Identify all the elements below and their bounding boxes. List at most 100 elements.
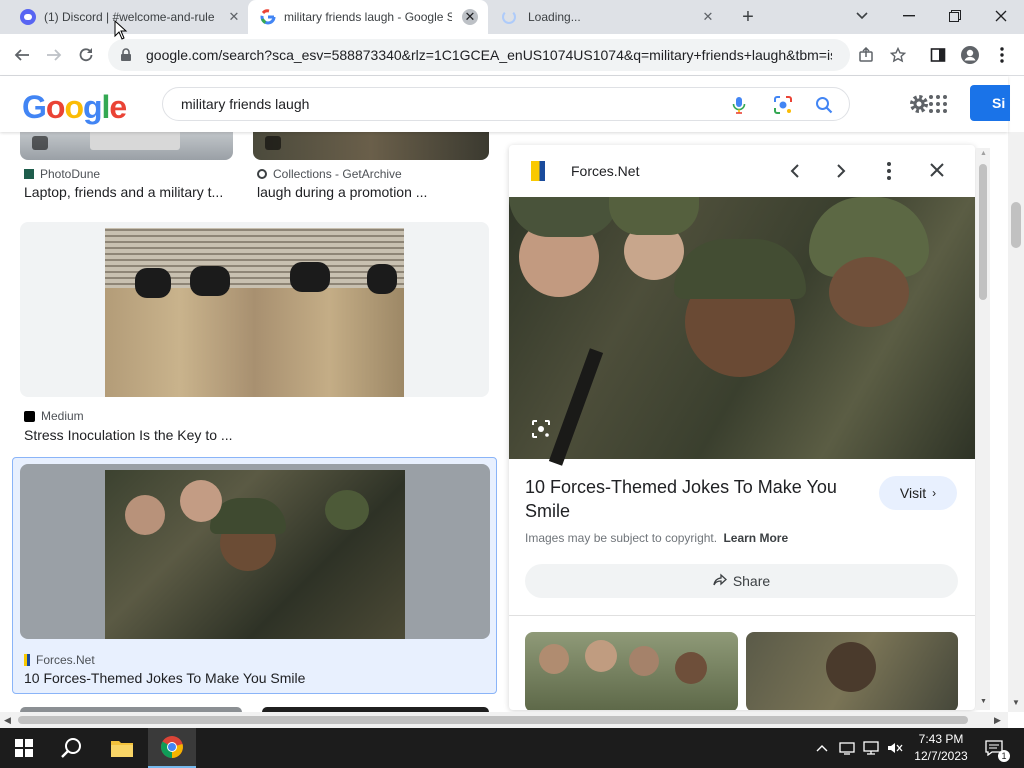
result-source[interactable]: PhotoDune xyxy=(24,167,100,181)
windows-start-icon[interactable] xyxy=(0,728,48,768)
panel-scrollbar-thumb[interactable] xyxy=(979,164,987,300)
tab-title: (1) Discord | #welcome-and-rules xyxy=(44,10,214,24)
chevron-up-icon[interactable] xyxy=(812,728,832,768)
copyright-notice: Images may be subject to copyright. Lear… xyxy=(525,531,789,545)
result-image-promotion[interactable] xyxy=(253,132,489,160)
result-caption[interactable]: laugh during a promotion ... xyxy=(257,184,427,200)
tab-discord[interactable]: (1) Discord | #welcome-and-rules ✕ xyxy=(8,0,248,34)
horizontal-scrollbar-thumb[interactable] xyxy=(18,716,968,724)
search-box[interactable]: military friends laugh xyxy=(162,87,850,121)
minimize-button[interactable] xyxy=(886,0,932,32)
tab-loading[interactable]: Loading... ✕ xyxy=(492,0,724,34)
address-bar[interactable]: google.com/search?sca_esv=588873340&rlz=… xyxy=(108,39,850,71)
loading-icon xyxy=(502,10,516,24)
search-input[interactable]: military friends laugh xyxy=(181,96,721,112)
image-badge-icon xyxy=(32,136,48,150)
close-window-button[interactable] xyxy=(978,0,1024,32)
tab-title: military friends laugh - Google Search xyxy=(284,10,452,24)
close-icon[interactable]: ✕ xyxy=(462,9,478,25)
google-logo[interactable]: Google xyxy=(22,90,127,124)
clock-date: 12/7/2023 xyxy=(914,749,968,763)
tab-title: Loading... xyxy=(528,10,581,24)
tab-google-search[interactable]: military friends laugh - Google Search ✕ xyxy=(248,0,488,34)
result-source[interactable]: Medium xyxy=(24,409,84,423)
search-icon[interactable] xyxy=(48,728,96,768)
result-image-medium[interactable] xyxy=(20,222,489,397)
result-source[interactable]: Forces.Net xyxy=(24,653,95,667)
related-image-1[interactable] xyxy=(525,632,738,710)
gear-icon[interactable] xyxy=(908,93,930,115)
visit-button[interactable]: Visit › xyxy=(879,476,957,510)
panel-title[interactable]: 10 Forces-Themed Jokes To Make You Smile xyxy=(525,475,855,523)
side-panel-icon[interactable] xyxy=(924,41,952,69)
results-grid: PhotoDune Laptop, friends and a military… xyxy=(0,132,500,712)
page-scrollbar[interactable]: ▼ xyxy=(1008,132,1024,712)
close-icon[interactable]: ✕ xyxy=(226,9,242,25)
page-scrollbar-thumb[interactable] xyxy=(1011,202,1021,248)
close-panel-icon[interactable] xyxy=(929,162,945,178)
next-arrow-icon[interactable] xyxy=(831,161,851,181)
chrome-taskbar-icon[interactable] xyxy=(148,728,196,768)
file-explorer-icon[interactable] xyxy=(98,728,146,768)
panel-scrollbar[interactable]: ▲ ▼ xyxy=(976,148,990,710)
forward-button[interactable] xyxy=(40,41,68,69)
result-caption[interactable]: Stress Inoculation Is the Key to ... xyxy=(24,427,233,443)
more-options-icon[interactable] xyxy=(886,161,892,181)
lens-camera-icon[interactable] xyxy=(773,95,793,115)
display-icon[interactable] xyxy=(860,728,882,768)
windows-taskbar: 7:43 PM 12/7/2023 1 xyxy=(0,728,1024,768)
lock-icon xyxy=(120,48,134,62)
share-page-icon[interactable] xyxy=(852,41,880,69)
reload-button[interactable] xyxy=(72,41,100,69)
result-caption[interactable]: 10 Forces-Themed Jokes To Make You Smile xyxy=(24,670,305,686)
sign-in-label: Si xyxy=(992,95,1006,111)
apps-grid-icon[interactable] xyxy=(928,94,948,114)
chevron-right-icon: › xyxy=(932,486,937,500)
panel-site-name[interactable]: Forces.Net xyxy=(571,163,639,179)
getarchive-icon xyxy=(257,169,267,179)
lens-search-icon[interactable] xyxy=(531,419,551,439)
close-icon[interactable]: ✕ xyxy=(700,9,716,25)
share-icon xyxy=(713,573,727,590)
restore-button[interactable] xyxy=(932,0,978,32)
back-button[interactable] xyxy=(8,41,36,69)
learn-more-link[interactable]: Learn More xyxy=(723,531,788,545)
profile-avatar[interactable] xyxy=(956,41,984,69)
divider xyxy=(509,615,975,616)
notification-badge: 1 xyxy=(998,750,1010,762)
medium-icon xyxy=(24,410,35,422)
image-badge-icon xyxy=(265,136,281,150)
share-button[interactable]: Share xyxy=(525,564,958,598)
forces-net-icon xyxy=(24,654,30,666)
panel-header: Forces.Net xyxy=(509,145,975,197)
result-image-laptop[interactable] xyxy=(20,132,233,160)
browser-toolbar: google.com/search?sca_esv=588873340&rlz=… xyxy=(0,34,1024,76)
result-caption[interactable]: Laptop, friends and a military t... xyxy=(24,184,223,200)
soldiers-goggles-photo xyxy=(105,228,404,397)
clock[interactable]: 7:43 PM 12/7/2023 xyxy=(910,731,972,765)
search-icon[interactable] xyxy=(815,96,833,114)
result-image-forces[interactable] xyxy=(20,464,490,639)
preview-image[interactable] xyxy=(509,197,975,466)
volume-muted-icon[interactable] xyxy=(884,728,906,768)
clock-time: 7:43 PM xyxy=(918,732,964,746)
url-text: google.com/search?sca_esv=588873340&rlz=… xyxy=(146,47,832,63)
tab-search-chevron-icon[interactable] xyxy=(840,0,884,32)
mouse-cursor xyxy=(114,19,128,40)
previous-arrow-icon[interactable] xyxy=(785,161,805,181)
microphone-icon[interactable] xyxy=(729,95,749,115)
result-source[interactable]: Collections - GetArchive xyxy=(257,167,402,181)
laughing-soldiers-photo xyxy=(105,470,405,639)
network-status-icon[interactable] xyxy=(836,728,858,768)
forces-net-logo xyxy=(531,161,545,181)
sign-in-button[interactable]: Si xyxy=(970,85,1010,121)
photodune-icon xyxy=(24,169,34,179)
google-header: Google military friends laugh Si xyxy=(0,76,1010,132)
more-menu-icon[interactable] xyxy=(988,41,1016,69)
bookmark-star-icon[interactable] xyxy=(884,41,912,69)
horizontal-scrollbar[interactable]: ◀ ▶ xyxy=(0,712,1008,728)
selected-result-card[interactable]: Forces.Net 10 Forces-Themed Jokes To Mak… xyxy=(12,457,497,694)
notification-icon[interactable]: 1 xyxy=(980,728,1010,768)
related-image-2[interactable] xyxy=(746,632,958,710)
new-tab-button[interactable]: + xyxy=(736,6,760,28)
